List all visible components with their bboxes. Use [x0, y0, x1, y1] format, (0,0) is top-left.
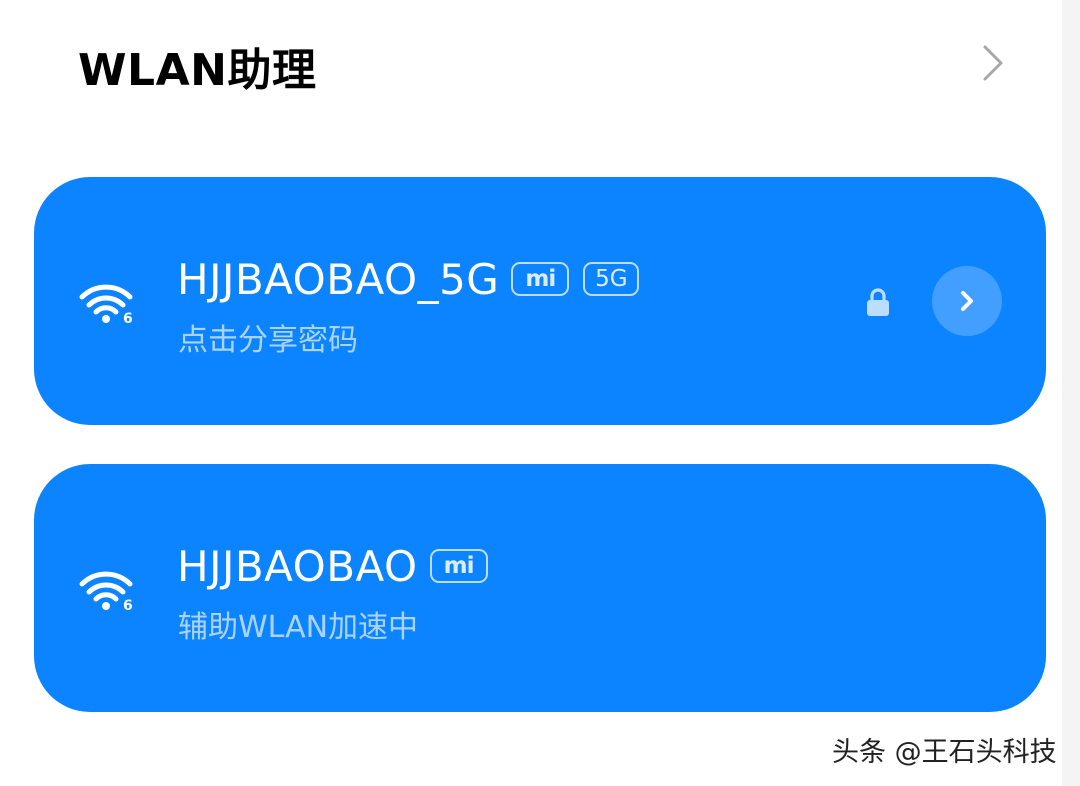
network-name-row: HJJBAOBAO mi [177, 538, 488, 594]
network-ssid: HJJBAOBAO [177, 541, 418, 591]
network-status: 辅助WLAN加速中 [178, 610, 419, 645]
network-ssid: HJJBAOBAO_5G [177, 254, 500, 304]
network-details-button[interactable] [932, 266, 1002, 336]
chevron-right-icon [961, 291, 973, 311]
scroll-edge [1062, 0, 1080, 786]
network-status: 点击分享密码 [178, 323, 358, 358]
watermark: 头条 @王石头科技 [832, 737, 1057, 768]
svg-text:6: 6 [123, 598, 133, 612]
lock-icon [867, 288, 889, 316]
network-card-hjjbaobao-5g[interactable]: 6 HJJBAOBAO_5G mi 5G 点击分享密码 [34, 177, 1046, 425]
chevron-right-icon[interactable] [978, 42, 1008, 84]
svg-text:6: 6 [123, 311, 133, 325]
wifi-6-icon: 6 [79, 571, 133, 612]
mi-badge: mi [511, 262, 570, 296]
network-card-hjjbaobao[interactable]: 6 HJJBAOBAO mi 辅助WLAN加速中 [34, 464, 1046, 712]
mi-badge: mi [429, 549, 488, 583]
network-name-row: HJJBAOBAO_5G mi 5G [177, 251, 640, 307]
5g-badge: 5G [583, 262, 640, 296]
wifi-6-icon: 6 [79, 284, 133, 325]
wlan-assistant-header[interactable]: WLAN助理 [0, 0, 1062, 130]
page-title: WLAN助理 [78, 45, 317, 96]
